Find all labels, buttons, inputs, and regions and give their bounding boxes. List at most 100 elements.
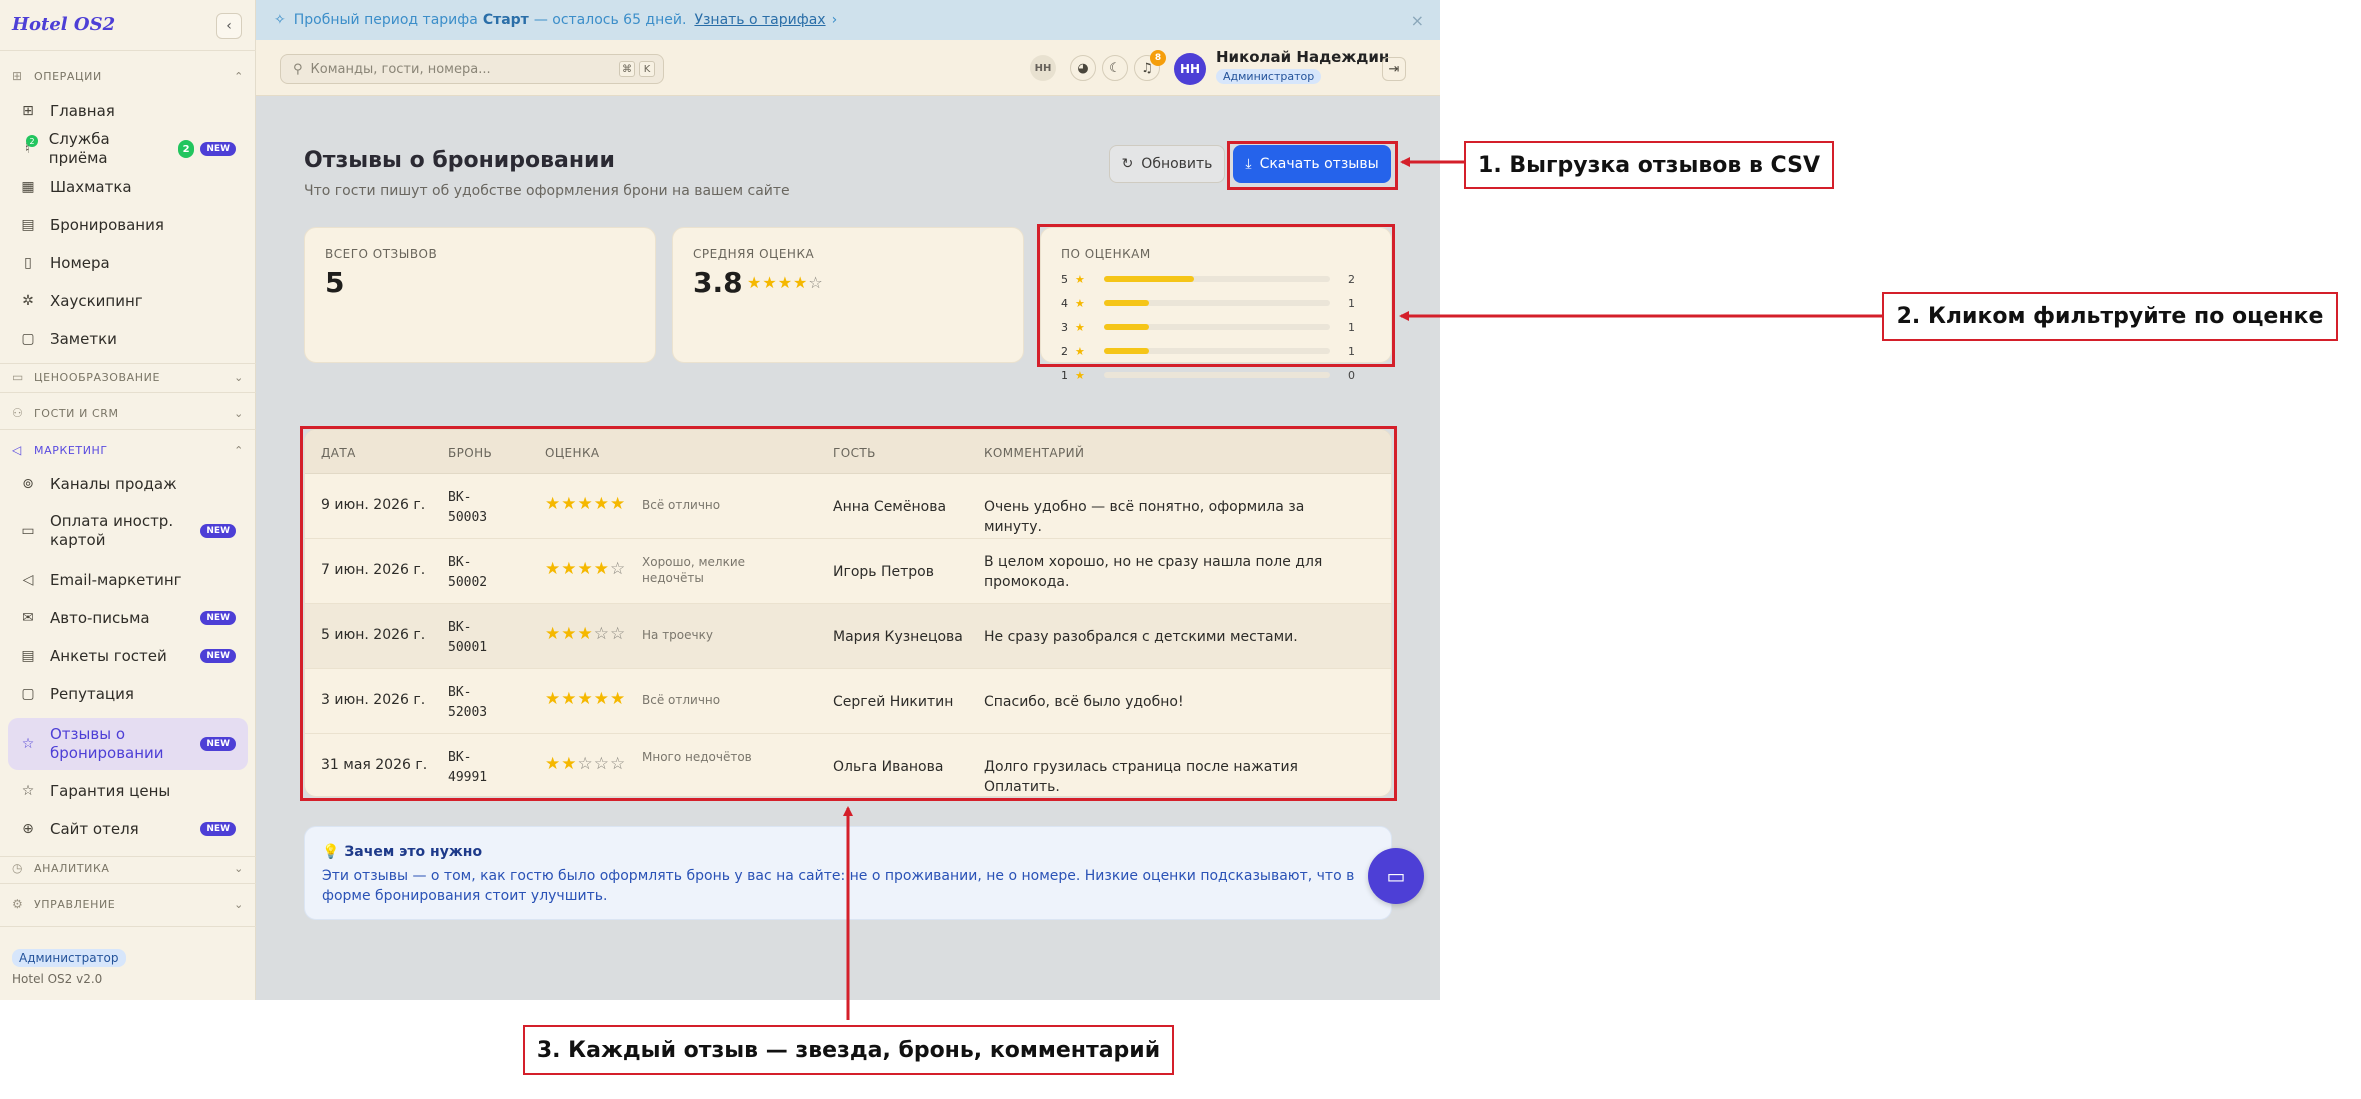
- sidebar-item-email-marketing[interactable]: ◁ Email-маркетинг: [8, 561, 248, 599]
- palette-button[interactable]: ◕: [1070, 55, 1096, 81]
- section-pricing[interactable]: ▭ Ценообразование ⌄: [12, 367, 244, 387]
- section-analytics[interactable]: ◷ Аналитика ⌄: [12, 858, 244, 878]
- chevron-down-icon: ⌄: [234, 861, 244, 875]
- sidebar-item-label: Репутация: [50, 684, 134, 703]
- divider: [0, 392, 256, 393]
- section-management[interactable]: ⚙ Управление ⌄: [12, 894, 244, 914]
- sidebar-item-front-desk[interactable]: ♮ 2 Служба приёма 2 NEW: [8, 130, 248, 168]
- highlight-distribution: [1037, 224, 1395, 367]
- user-name: Николай Надеждин: [1216, 48, 1390, 66]
- new-badge: NEW: [200, 737, 236, 751]
- section-label: Операции: [34, 69, 102, 83]
- concierge-bell-icon: ♮ 2: [20, 135, 38, 157]
- sidebar-item-booking-reviews[interactable]: ☆ Отзывы о бронировании NEW: [8, 718, 248, 770]
- refresh-button[interactable]: ↻ Обновить: [1109, 145, 1225, 183]
- app-version: Hotel OS2 v2.0: [12, 972, 103, 986]
- rating-filter-row[interactable]: 1 ★ 0: [1061, 368, 1375, 382]
- new-badge: NEW: [200, 524, 236, 538]
- star-icon: ☆: [21, 736, 35, 752]
- sidebar-item-rooms[interactable]: ▯ Номера: [8, 244, 248, 282]
- sidebar-item-reputation[interactable]: ▢ Репутация: [8, 675, 248, 713]
- section-operations[interactable]: ⊞ Операции ⌃: [12, 66, 244, 86]
- divider: [0, 429, 256, 430]
- highlight-download: [1227, 141, 1398, 190]
- door-icon: ▯: [24, 255, 32, 271]
- star-filled-icon: ★: [747, 273, 763, 292]
- sidebar-item-foreign-card[interactable]: ▭ Оплата иностр. картой NEW: [8, 507, 248, 555]
- broadcast-icon: ⊚: [22, 476, 34, 492]
- average-rating-card: Средняя оценка 3.8 ★★★★☆: [672, 227, 1024, 363]
- sidebar-item-housekeeping[interactable]: ✲ Хаускипинг: [8, 282, 248, 320]
- new-badge: NEW: [200, 611, 236, 625]
- table-grid-icon: ▦: [21, 179, 35, 195]
- chevron-right-icon: ›: [831, 12, 838, 28]
- average-rating-value: 3.8: [693, 266, 743, 299]
- grid-icon: ⊞: [12, 69, 23, 83]
- user-role-badge: Администратор: [1216, 69, 1322, 84]
- divider: [0, 50, 256, 51]
- total-reviews-card: Всего отзывов 5: [304, 227, 656, 363]
- new-badge: NEW: [200, 822, 236, 836]
- shortcut-key: K: [639, 61, 655, 77]
- sidebar-item-label: Хаускипинг: [50, 291, 143, 310]
- gear-icon: ⚙: [12, 897, 24, 911]
- sidebar-item-auto-emails[interactable]: ✉ Авто-письма NEW: [8, 599, 248, 637]
- close-icon[interactable]: ×: [1411, 11, 1424, 30]
- banner-plan: Старт: [482, 12, 529, 28]
- credit-card-icon: ▭: [21, 523, 35, 539]
- chevron-down-icon: ⌄: [234, 370, 244, 384]
- sidebar-item-bookings[interactable]: ▤ Бронирования: [8, 206, 248, 244]
- sidebar-item-label: Email-маркетинг: [50, 570, 182, 589]
- globe-icon: ⊕: [22, 821, 34, 837]
- sidebar-item-label: Номера: [50, 253, 110, 272]
- callout-2: 2. Кликом фильтруйте по оценке: [1882, 292, 2338, 341]
- info-box: 💡 Зачем это нужно Эти отзывы — о том, ка…: [304, 826, 1392, 920]
- sidebar-item-guest-surveys[interactable]: ▤ Анкеты гостей NEW: [8, 637, 248, 675]
- note-icon: ▢: [21, 331, 35, 347]
- sidebar-item-hotel-website[interactable]: ⊕ Сайт отеля NEW: [8, 810, 248, 848]
- credit-card-icon: ▭: [12, 370, 24, 384]
- sidebar-item-label: Гарантия цены: [50, 781, 171, 800]
- search-placeholder: Команды, гости, номера...: [310, 61, 491, 77]
- chevron-left-icon: ‹: [226, 18, 232, 34]
- trial-banner: ✧ Пробный период тарифа Старт — осталось…: [256, 0, 1440, 40]
- chevron-down-icon: ⌄: [234, 406, 244, 420]
- section-guests-crm[interactable]: ⚇ Гости и CRM ⌄: [12, 403, 244, 423]
- sidebar-item-chessboard[interactable]: ▦ Шахматка: [8, 168, 248, 206]
- collapse-sidebar-button[interactable]: ‹: [216, 13, 242, 39]
- sidebar-item-label: Анкеты гостей: [50, 646, 167, 665]
- average-rating-stars: ★★★★☆: [747, 273, 824, 292]
- clock-icon: ◷: [12, 861, 24, 875]
- pricing-link[interactable]: Узнать о тарифах: [694, 12, 825, 28]
- sidebar-item-notes[interactable]: ▢ Заметки: [8, 320, 248, 358]
- card-label: Средняя оценка: [693, 247, 815, 261]
- section-marketing[interactable]: ◁ Маркетинг ⌃: [12, 440, 244, 460]
- sidebar-item-label: Отзывы о бронировании: [50, 725, 164, 762]
- divider: [0, 926, 256, 927]
- page-subtitle: Что гости пишут об удобстве оформления б…: [304, 183, 790, 199]
- star-filled-icon: ★: [793, 273, 809, 292]
- sidebar-item-price-guarantee[interactable]: ☆ Гарантия цены: [8, 772, 248, 810]
- sparkle-icon: ✧: [274, 12, 286, 28]
- logout-button[interactable]: ⇥: [1382, 57, 1406, 81]
- sidebar-item-label: Бронирования: [50, 215, 164, 234]
- avatar[interactable]: НН: [1174, 53, 1206, 85]
- total-reviews-value: 5: [325, 266, 345, 299]
- brand-logo[interactable]: Hotel OS2: [12, 14, 115, 35]
- sidebar-item-home[interactable]: ⊞ Главная: [8, 92, 248, 130]
- clipboard-icon: ▤: [21, 217, 35, 233]
- banner-text: Пробный период тарифа: [293, 12, 478, 28]
- user-initials-chip[interactable]: НН: [1030, 55, 1056, 81]
- highlight-table: [300, 426, 1397, 801]
- clipboard-icon: ▤: [21, 648, 35, 664]
- star-icon: ☆: [21, 783, 35, 799]
- dark-mode-button[interactable]: ☾: [1102, 55, 1128, 81]
- star-filled-icon: ★: [777, 273, 794, 292]
- palette-icon: ◕: [1077, 60, 1089, 76]
- refresh-icon: ↻: [1121, 156, 1134, 172]
- sidebar-item-sales-channels[interactable]: ⊚ Каналы продаж: [8, 465, 248, 503]
- chat-button[interactable]: ▭: [1368, 848, 1424, 904]
- search-input[interactable]: ⚲ Команды, гости, номера... ⌘ K: [280, 54, 664, 84]
- role-badge: Администратор: [12, 949, 126, 967]
- notifications-button[interactable]: ♫ 8: [1134, 50, 1166, 81]
